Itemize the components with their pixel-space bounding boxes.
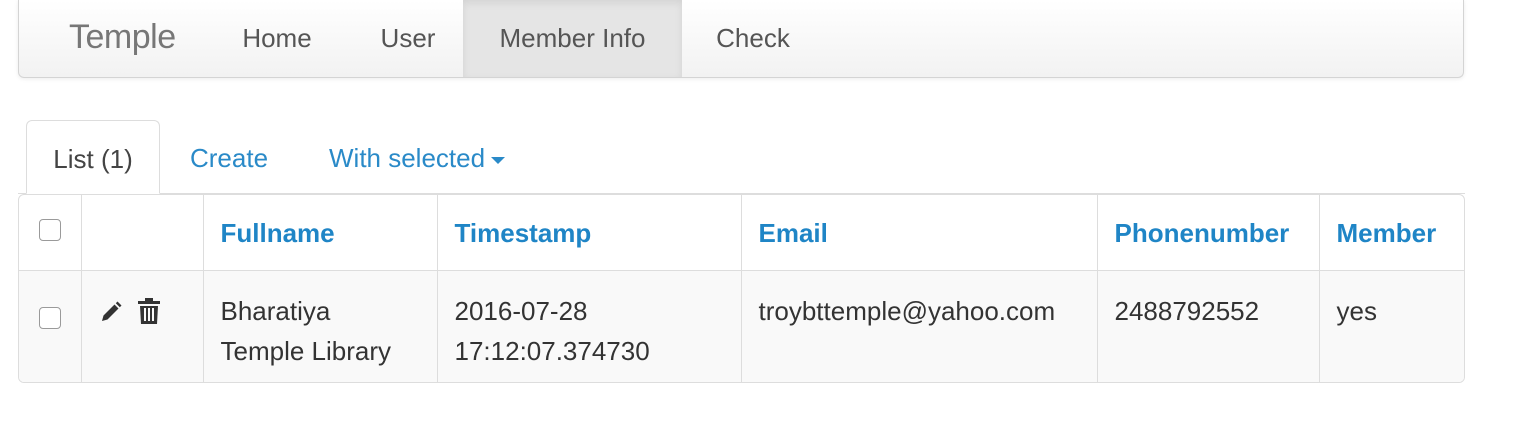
trash-icon[interactable] [137, 295, 160, 335]
fullname-line-2: Temple Library [220, 335, 392, 366]
row-actions [80, 270, 203, 382]
table-header-row: Fullname Timestamp Email Phonenumber Mem… [19, 195, 1464, 271]
fullname-line-1: Bharatiya [220, 295, 331, 326]
column-header-phonenumber[interactable]: Phonenumber [1096, 195, 1319, 271]
cell-member: yes [1318, 270, 1464, 382]
cell-email: troybttemple@yahoo.com [740, 270, 1097, 382]
nav-item-member-info[interactable]: Member Info [463, 0, 682, 77]
with-selected-label: With selected [329, 143, 486, 173]
timestamp-line-1: 2016-07-28 [454, 295, 588, 326]
nav-item-home[interactable]: Home [215, 0, 339, 77]
select-all-checkbox[interactable] [38, 218, 61, 241]
tab-list[interactable]: List (1) [26, 120, 160, 194]
tab-create[interactable]: Create [190, 120, 268, 194]
column-header-member[interactable]: Member [1318, 195, 1464, 271]
pencil-icon[interactable] [99, 295, 123, 335]
cell-timestamp: 2016-07-28 17:12:07.374730 [436, 270, 741, 382]
caret-down-icon [491, 156, 506, 164]
brand-logo[interactable]: Temple [69, 18, 176, 57]
navbar: Temple Home User Member Info Check [18, 0, 1464, 78]
row-select-cell [19, 270, 81, 382]
nav-item-check[interactable]: Check [693, 0, 813, 77]
column-header-fullname[interactable]: Fullname [202, 195, 437, 271]
member-table: Fullname Timestamp Email Phonenumber Mem… [18, 194, 1465, 383]
column-header-timestamp[interactable]: Timestamp [436, 195, 741, 271]
actions-header [80, 195, 203, 271]
cell-phonenumber: 2488792552 [1096, 270, 1319, 382]
timestamp-line-2: 17:12:07.374730 [454, 335, 650, 366]
nav-item-user[interactable]: User [355, 0, 461, 77]
row-checkbox[interactable] [38, 306, 61, 329]
cell-fullname: Bharatiya Temple Library [202, 270, 437, 382]
column-header-email[interactable]: Email [740, 195, 1097, 271]
select-all-cell [19, 195, 81, 271]
tab-with-selected[interactable]: With selected [329, 120, 506, 194]
table-row: Bharatiya Temple Library 2016-07-28 17:1… [19, 270, 1464, 382]
